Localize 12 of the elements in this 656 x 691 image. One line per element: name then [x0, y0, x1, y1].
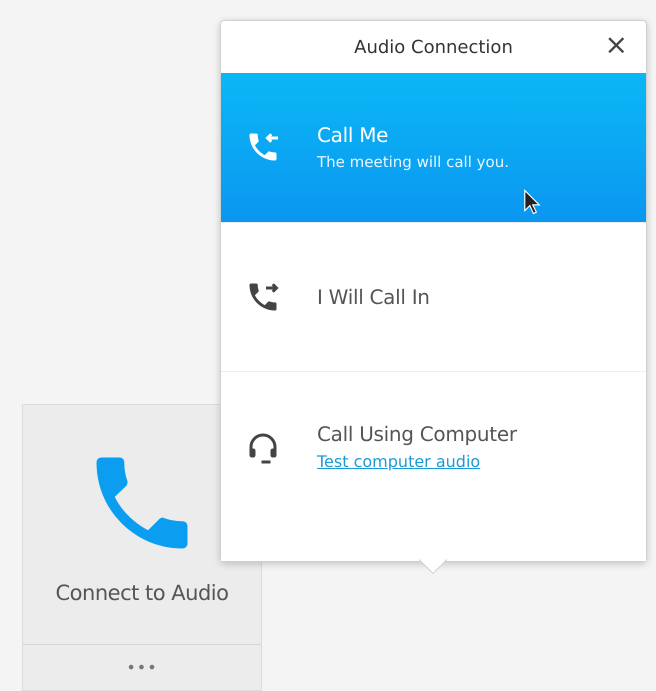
close-button[interactable]: × — [600, 31, 632, 59]
tile-label: Connect to Audio — [56, 581, 228, 605]
option-description: The meeting will call you. — [317, 153, 509, 172]
option-title: I Will Call In — [317, 285, 430, 309]
audio-option[interactable]: Call Using Computer Test computer audio — [221, 371, 646, 562]
audio-option[interactable]: I Will Call In — [221, 222, 646, 372]
audio-tile[interactable]: Connect to Audio ••• — [22, 404, 262, 691]
option-title: Call Using Computer — [317, 422, 517, 446]
test-audio-link[interactable]: Test computer audio — [317, 452, 517, 472]
option-title: Call Me — [317, 123, 390, 148]
popup-title: Audio Connection — [354, 36, 513, 58]
cursor-icon — [523, 189, 541, 215]
